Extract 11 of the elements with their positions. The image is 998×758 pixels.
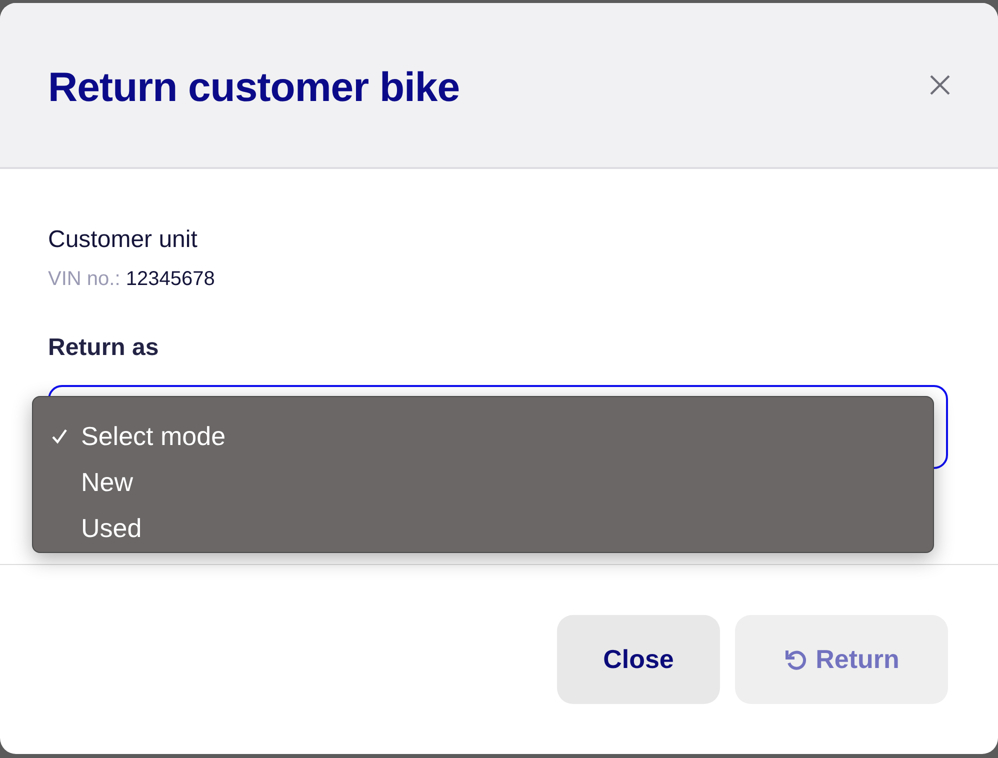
close-icon[interactable] (929, 74, 951, 96)
field-label: Return as (48, 333, 160, 363)
dropdown-option[interactable]: Used (33, 505, 933, 551)
vin-label: VIN no.: (48, 268, 120, 290)
unit-heading: Customer unit (48, 225, 198, 255)
close-button[interactable]: Close (557, 615, 720, 704)
undo-icon (784, 648, 808, 672)
dropdown-option[interactable]: Select mode (33, 413, 933, 459)
dialog-title: Return customer bike (48, 64, 460, 110)
dropdown-option[interactable]: New (33, 459, 933, 505)
vin-value: 12345678 (126, 268, 215, 290)
